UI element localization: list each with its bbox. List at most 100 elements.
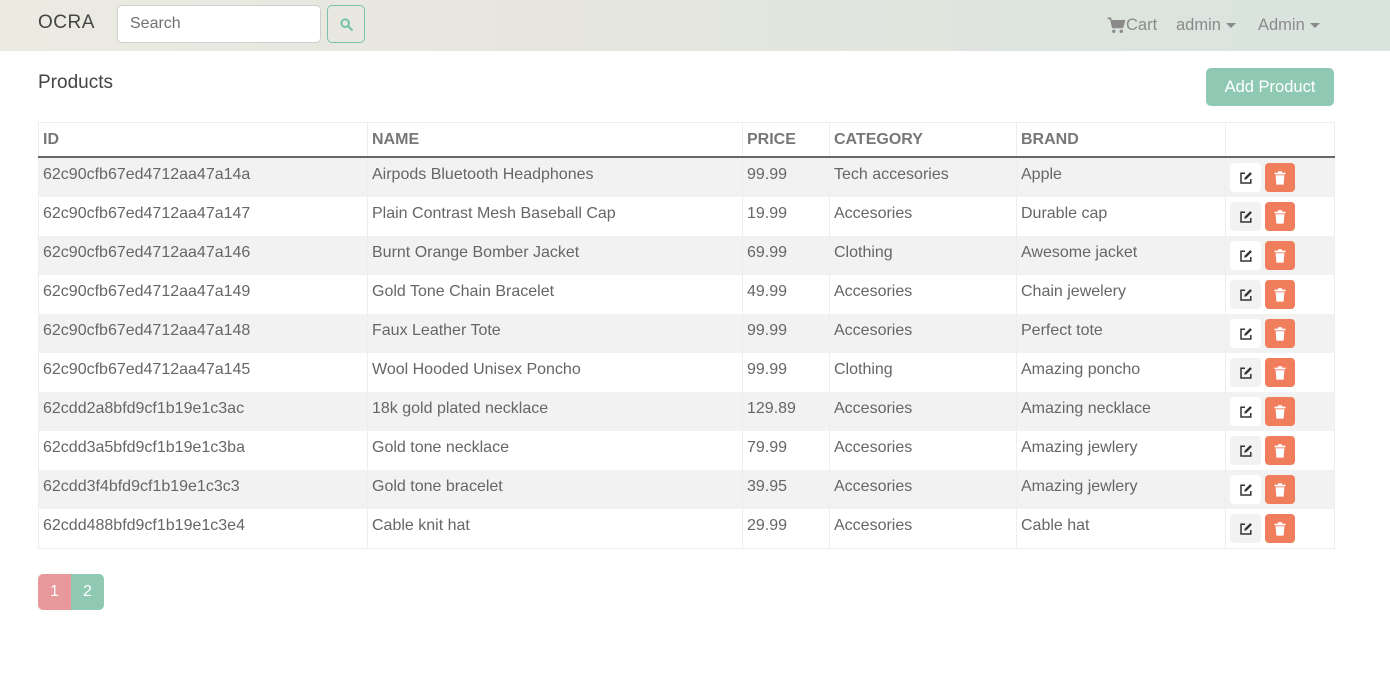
cell-price: 99.99 [742, 157, 830, 197]
delete-product-button[interactable] [1265, 514, 1295, 543]
cell-brand: Amazing necklace [1016, 392, 1226, 431]
row-actions [1230, 470, 1334, 504]
edit-product-button[interactable] [1230, 358, 1261, 387]
cart-icon [1107, 17, 1126, 33]
column-header-actions [1225, 122, 1335, 158]
cell-price: 99.99 [742, 314, 830, 353]
delete-product-button[interactable] [1265, 436, 1295, 465]
edit-product-button[interactable] [1230, 280, 1261, 309]
cell-price: 69.99 [742, 236, 830, 275]
delete-product-button[interactable] [1265, 202, 1295, 231]
nav-cart-link[interactable]: Cart [1107, 0, 1157, 51]
cell-category: Accesories [829, 470, 1017, 509]
cell-id: 62cdd3a5bfd9cf1b19e1c3ba [38, 431, 368, 470]
cell-id: 62c90cfb67ed4712aa47a149 [38, 275, 368, 314]
cell-id: 62c90cfb67ed4712aa47a14a [38, 157, 368, 197]
delete-product-button[interactable] [1265, 397, 1295, 426]
cell-brand: Cable hat [1016, 509, 1226, 549]
nav-admin-dropdown[interactable]: Admin [1258, 0, 1320, 51]
cell-id: 62c90cfb67ed4712aa47a146 [38, 236, 368, 275]
cell-brand: Amazing poncho [1016, 353, 1226, 392]
page-link-1[interactable]: 1 [38, 574, 71, 610]
table-row: 62c90cfb67ed4712aa47a148 Faux Leather Tot… [38, 314, 1335, 353]
row-actions [1230, 509, 1334, 543]
cell-id: 62c90cfb67ed4712aa47a147 [38, 197, 368, 236]
row-actions [1230, 353, 1334, 387]
delete-product-button[interactable] [1265, 241, 1295, 270]
cell-actions [1225, 314, 1335, 353]
cell-name: 18k gold plated necklace [367, 392, 743, 431]
delete-product-button[interactable] [1265, 280, 1295, 309]
cell-name: Plain Contrast Mesh Baseball Cap [367, 197, 743, 236]
cell-price: 39.95 [742, 470, 830, 509]
edit-product-button[interactable] [1230, 241, 1261, 270]
cell-name: Faux Leather Tote [367, 314, 743, 353]
caret-down-icon [1309, 23, 1320, 28]
add-product-button[interactable]: Add Product [1206, 68, 1334, 106]
edit-product-button[interactable] [1230, 514, 1261, 543]
cell-brand: Amazing jewlery [1016, 431, 1226, 470]
page-link-2[interactable]: 2 [71, 574, 104, 610]
cell-brand: Amazing jewlery [1016, 470, 1226, 509]
delete-product-button[interactable] [1265, 163, 1295, 192]
edit-icon [1239, 522, 1252, 535]
edit-product-button[interactable] [1230, 202, 1261, 231]
edit-icon [1239, 405, 1252, 418]
nav-user-dropdown[interactable]: admin [1176, 0, 1236, 51]
trash-icon [1274, 404, 1286, 419]
cell-actions [1225, 470, 1335, 509]
cell-category: Accesories [829, 197, 1017, 236]
row-actions [1230, 197, 1334, 231]
edit-icon [1239, 210, 1252, 223]
search-input[interactable] [117, 5, 321, 43]
table-row: 62cdd3a5bfd9cf1b19e1c3ba Gold tone neckla… [38, 431, 1335, 470]
cell-name: Gold Tone Chain Bracelet [367, 275, 743, 314]
table-row: 62cdd488bfd9cf1b19e1c3e4 Cable knit hat 29… [38, 509, 1335, 549]
brand-logo[interactable]: OCRA [38, 12, 95, 34]
cell-category: Accesories [829, 392, 1017, 431]
column-header-category: CATEGORY [829, 122, 1017, 158]
cell-id: 62c90cfb67ed4712aa47a148 [38, 314, 368, 353]
cell-price: 79.99 [742, 431, 830, 470]
table-row: 62c90cfb67ed4712aa47a147 Plain Contrast M… [38, 197, 1335, 236]
trash-icon [1274, 287, 1286, 302]
row-actions [1230, 431, 1334, 465]
edit-product-button[interactable] [1230, 319, 1261, 348]
cell-brand: Durable cap [1016, 197, 1226, 236]
table-row: 62cdd2a8bfd9cf1b19e1c3ac 18k gold plated … [38, 392, 1335, 431]
delete-product-button[interactable] [1265, 319, 1295, 348]
delete-product-button[interactable] [1265, 475, 1295, 504]
cell-category: Accesories [829, 275, 1017, 314]
edit-product-button[interactable] [1230, 436, 1261, 465]
cell-actions [1225, 236, 1335, 275]
cell-name: Gold tone necklace [367, 431, 743, 470]
cell-id: 62cdd488bfd9cf1b19e1c3e4 [38, 509, 368, 549]
edit-product-button[interactable] [1230, 163, 1261, 192]
delete-product-button[interactable] [1265, 358, 1295, 387]
cell-id: 62cdd3f4bfd9cf1b19e1c3c3 [38, 470, 368, 509]
cell-brand: Chain jewelery [1016, 275, 1226, 314]
products-table: ID NAME PRICE CATEGORY BRAND 62c90cfb67e… [38, 122, 1335, 549]
edit-product-button[interactable] [1230, 397, 1261, 426]
cell-category: Clothing [829, 236, 1017, 275]
trash-icon [1274, 248, 1286, 263]
cell-name: Burnt Orange Bomber Jacket [367, 236, 743, 275]
edit-product-button[interactable] [1230, 475, 1261, 504]
nav-admin-label: Admin [1258, 16, 1305, 34]
cell-category: Clothing [829, 353, 1017, 392]
search-button[interactable] [327, 5, 365, 43]
products-table-container: ID NAME PRICE CATEGORY BRAND 62c90cfb67e… [38, 122, 1335, 549]
edit-icon [1239, 288, 1252, 301]
cell-name: Cable knit hat [367, 509, 743, 549]
nav-user-label: admin [1176, 16, 1221, 34]
cell-actions [1225, 353, 1335, 392]
cell-category: Tech accesories [829, 157, 1017, 197]
cell-category: Accesories [829, 431, 1017, 470]
cell-brand: Apple [1016, 157, 1226, 197]
cell-actions [1225, 157, 1335, 197]
cell-category: Accesories [829, 509, 1017, 549]
trash-icon [1274, 209, 1286, 224]
edit-icon [1239, 483, 1252, 496]
table-row: 62cdd3f4bfd9cf1b19e1c3c3 Gold tone bracel… [38, 470, 1335, 509]
edit-icon [1239, 249, 1252, 262]
